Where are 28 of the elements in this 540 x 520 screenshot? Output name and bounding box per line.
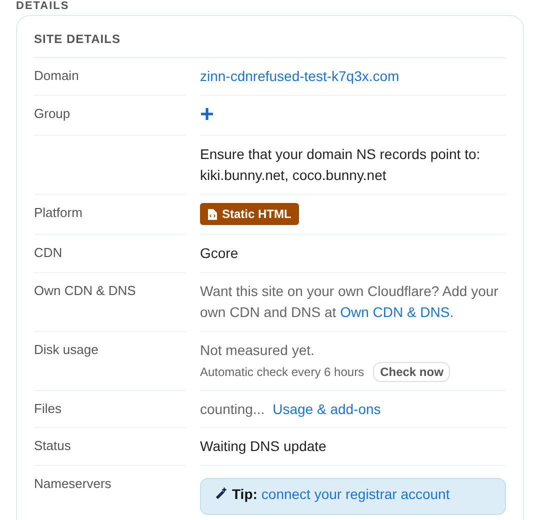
usage-link[interactable]: Usage & add-ons (272, 398, 381, 418)
check-hint: Automatic check every 6 hours (200, 364, 364, 380)
file-code-icon (208, 208, 217, 220)
add-icon[interactable] (200, 107, 214, 121)
platform-badge: Static HTML (200, 203, 300, 225)
tip-label: Tip: (232, 484, 258, 504)
field-label: Status (34, 438, 71, 452)
field-label: Nameservers (34, 476, 112, 490)
registrar-link[interactable]: connect your registrar account (261, 484, 450, 504)
nameserver-note: Ensure that your domain NS records point to: kiki.bunny.net, coco.bunny.net (200, 146, 480, 183)
field-label: Group (34, 106, 70, 121)
field-label: CDN (34, 244, 62, 260)
magic-wand-icon (215, 487, 228, 500)
field-label: Domain (34, 68, 79, 83)
cloudflare-note: Want this site on your own Cloudflare? Add your own CDN and DNS at Own CDN & DNS. (200, 282, 498, 320)
disk-usage-value: Not measured yet. (200, 340, 316, 360)
field-value: Waiting DNS update (200, 438, 326, 454)
field-label: Own CDN & DNS (34, 282, 136, 298)
check-now-button[interactable]: Check now (373, 362, 450, 382)
field-label: Files (34, 400, 62, 416)
field-label: Platform (34, 205, 82, 220)
section-title: DETAILS (15, 0, 70, 12)
domain-link[interactable]: zinn-cdnrefused-test-k7q3x.com (200, 68, 400, 84)
own-cdn-link[interactable]: Own CDN & DNS (340, 304, 450, 320)
field-value: Gcore (200, 244, 238, 260)
field-label: Disk usage (34, 342, 98, 356)
card-title: SITE DETAILS (34, 30, 506, 58)
files-count: counting... (200, 400, 265, 418)
